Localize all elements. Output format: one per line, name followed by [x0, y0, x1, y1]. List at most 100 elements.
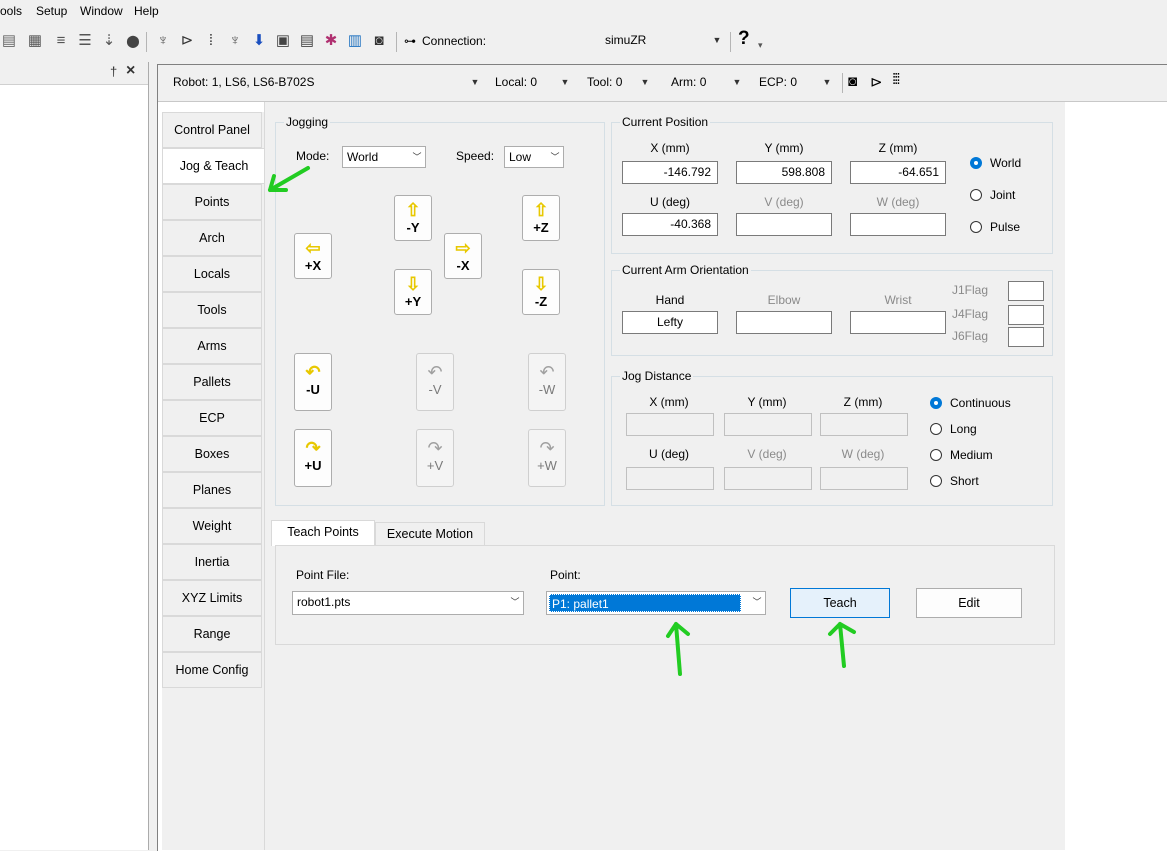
sidebar-item-tools[interactable]: Tools [162, 292, 262, 328]
ecp-select[interactable]: ECP: 0 ▼ [754, 71, 836, 93]
point-file-select[interactable]: robot1.pts ﹀ [292, 591, 524, 615]
jd-u-label: U (deg) [648, 447, 689, 461]
jd-x-field[interactable] [626, 413, 714, 436]
hand-label: Hand [655, 293, 685, 307]
jd-w-field[interactable] [820, 467, 908, 490]
elbow-field[interactable] [736, 311, 832, 334]
local-select[interactable]: Local: 0 ▼ [490, 71, 574, 93]
list-icon[interactable]: ▤ [298, 32, 316, 50]
jog-plus-v-button[interactable]: ↷ +V [416, 429, 454, 487]
jog-plus-w-button[interactable]: ↷ +W [528, 429, 566, 487]
chevron-down-icon: ▼ [640, 77, 650, 87]
sidebar-item-range[interactable]: Range [162, 616, 262, 652]
rotate-cw-icon: ↷ [539, 438, 555, 458]
robot-icon[interactable]: ♆ [226, 32, 244, 50]
j6flag-label: J6Flag [952, 329, 989, 343]
jog-plus-w-label: +W [537, 458, 557, 473]
sidebar-item-inertia[interactable]: Inertia [162, 544, 262, 580]
jog-minus-w-button[interactable]: ↶ -W [528, 353, 566, 411]
mode-select[interactable]: World ﹀ [342, 146, 426, 168]
command-window-icon[interactable]: ⊳ [178, 32, 196, 50]
sidebar-item-planes[interactable]: Planes [162, 472, 262, 508]
tool-select[interactable]: Tool: 0 ▼ [582, 71, 654, 93]
arrow-up-icon: ⇧ [405, 200, 421, 220]
j1flag-field[interactable] [1008, 281, 1044, 301]
toolbar-icon-4[interactable]: ☰ [76, 32, 94, 50]
task-manager-icon[interactable]: ▣ [274, 32, 292, 50]
wrist-field[interactable] [850, 311, 946, 334]
connection-select[interactable]: simuZR ▼ [601, 30, 721, 54]
stop-icon[interactable]: ⬤ [124, 32, 142, 50]
annotation-arrow-point [666, 622, 690, 676]
sidebar-item-arch[interactable]: Arch [162, 220, 262, 256]
sidebar-item-weight[interactable]: Weight [162, 508, 262, 544]
sidebar-item-ecp[interactable]: ECP [162, 400, 262, 436]
help-icon[interactable]: ? [738, 28, 750, 50]
cp-v-field[interactable] [736, 213, 832, 236]
jog-plus-y-button[interactable]: ⇩ +Y [394, 269, 432, 315]
teach-button[interactable]: Teach [790, 588, 890, 618]
splitter[interactable] [149, 62, 157, 850]
jog-minus-x-button[interactable]: ⇨ -X [444, 233, 482, 279]
pin-icon[interactable]: † [110, 64, 117, 79]
jd-y-field[interactable] [724, 413, 812, 436]
toolbar-icon-3[interactable]: ≡ [52, 32, 70, 50]
cp-y-field[interactable]: 598.808 [736, 161, 832, 184]
camera-icon[interactable]: ◙ [848, 73, 857, 90]
download-icon[interactable]: ⬇ [250, 32, 268, 50]
sidebar-item-xyz-limits[interactable]: XYZ Limits [162, 580, 262, 616]
hand-field[interactable]: Lefty [622, 311, 718, 334]
command-window-icon[interactable]: ⊳ [870, 73, 883, 91]
jd-v-field[interactable] [724, 467, 812, 490]
robot-select[interactable]: Robot: 1, LS6, LS6-B702S ▼ [168, 71, 484, 93]
tab-execute-motion[interactable]: Execute Motion [375, 522, 485, 546]
sidebar-item-points[interactable]: Points [162, 184, 262, 220]
sidebar-item-arms[interactable]: Arms [162, 328, 262, 364]
simulator-icon[interactable]: ✱ [322, 32, 340, 50]
window-icon[interactable]: ▥ [346, 32, 364, 50]
jog-plus-u-button[interactable]: ↷ +U [294, 429, 332, 487]
sidebar-item-pallets[interactable]: Pallets [162, 364, 262, 400]
toolbar-icon-1[interactable]: ▤ [0, 32, 18, 50]
jog-minus-v-button[interactable]: ↶ -V [416, 353, 454, 411]
jog-distance-title: Jog Distance [620, 369, 694, 383]
jd-z-field[interactable] [820, 413, 908, 436]
menu-setup[interactable]: Setup [36, 4, 67, 18]
jog-plus-x-button[interactable]: ⇦ +X [294, 233, 332, 279]
dock-title-bar: † × [0, 62, 148, 85]
j6flag-field[interactable] [1008, 327, 1044, 347]
camera-icon[interactable]: ◙ [370, 32, 388, 50]
menu-tools[interactable]: ools [0, 4, 22, 18]
sidebar-item-locals[interactable]: Locals [162, 256, 262, 292]
io-monitor-icon[interactable]: ⁞⁞⁞ [892, 71, 900, 88]
cp-w-field[interactable] [850, 213, 946, 236]
robot-manager-icon[interactable]: ♆ [154, 32, 172, 50]
edit-button[interactable]: Edit [916, 588, 1022, 618]
jog-minus-y-button[interactable]: ⇧ -Y [394, 195, 432, 241]
toolbar-icon-2[interactable]: ▦ [26, 32, 44, 50]
arm-select[interactable]: Arm: 0 ▼ [666, 71, 746, 93]
current-position-title: Current Position [620, 115, 711, 129]
close-icon[interactable]: × [126, 62, 135, 80]
menu-window[interactable]: Window [80, 4, 123, 18]
cp-u-field[interactable]: -40.368 [622, 213, 718, 236]
cp-x-field[interactable]: -146.792 [622, 161, 718, 184]
sidebar-item-jog-teach[interactable]: Jog & Teach [162, 148, 265, 184]
jog-plus-z-button[interactable]: ⇧ +Z [522, 195, 560, 241]
j4flag-field[interactable] [1008, 305, 1044, 325]
jd-u-field[interactable] [626, 467, 714, 490]
sidebar-item-boxes[interactable]: Boxes [162, 436, 262, 472]
sidebar-item-home-config[interactable]: Home Config [162, 652, 262, 688]
sidebar-item-control-panel[interactable]: Control Panel [162, 112, 262, 148]
io-monitor-icon[interactable]: ⁞ [202, 32, 220, 50]
jog-minus-z-label: -Z [534, 294, 548, 309]
jog-minus-u-button[interactable]: ↶ -U [294, 353, 332, 411]
toolbar-overflow-icon[interactable]: ▾ [758, 40, 763, 51]
cp-z-field[interactable]: -64.651 [850, 161, 946, 184]
tab-teach-points[interactable]: Teach Points [271, 520, 375, 546]
speed-select[interactable]: Low ﹀ [504, 146, 564, 168]
menu-help[interactable]: Help [134, 4, 159, 18]
jog-minus-z-button[interactable]: ⇩ -Z [522, 269, 560, 315]
point-select[interactable]: P1: pallet1 ﹀ [546, 591, 766, 615]
toolbar-icon-5[interactable]: ⇣ [100, 32, 118, 50]
